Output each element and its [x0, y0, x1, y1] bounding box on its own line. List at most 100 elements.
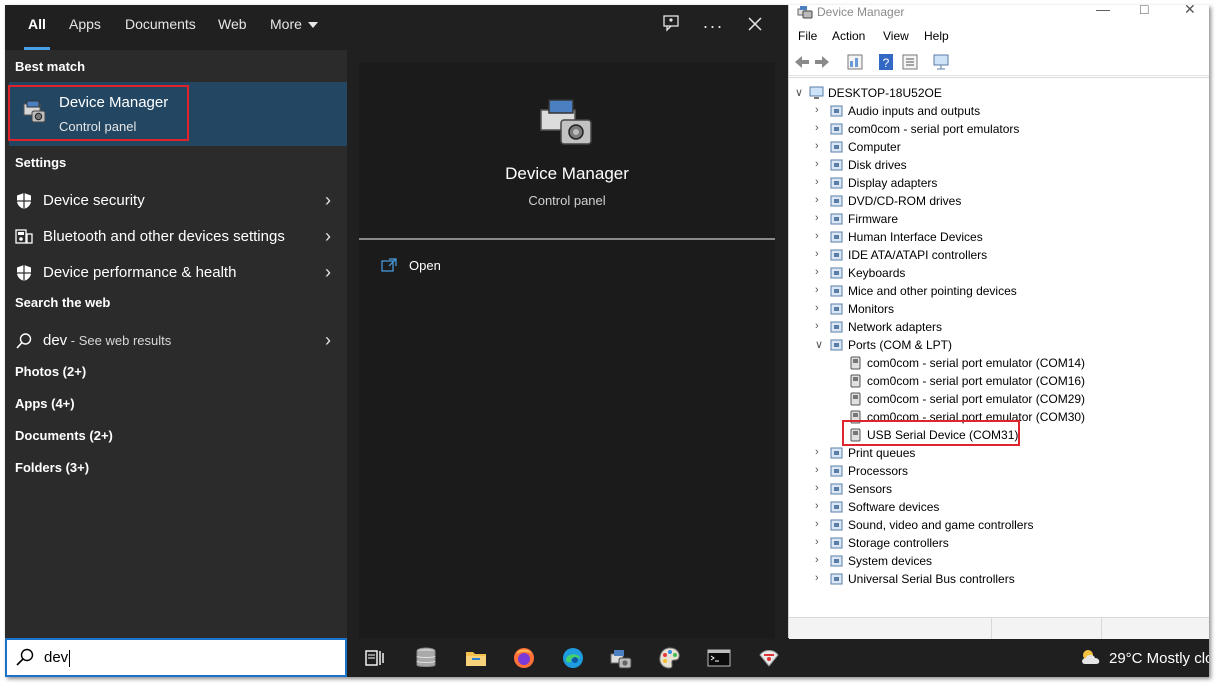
- start-search-panel: All Apps Documents Web More ··· Best mat…: [5, 5, 788, 638]
- collapsed-chevron-icon[interactable]: ›: [815, 266, 825, 278]
- device-manager-icon[interactable]: [609, 646, 633, 670]
- monitor-icon: [830, 141, 843, 153]
- category-folders[interactable]: Folders (3+): [15, 460, 89, 475]
- collapsed-chevron-icon[interactable]: ›: [815, 122, 825, 134]
- search-query-value: dev: [44, 649, 69, 666]
- search-input[interactable]: dev: [5, 638, 347, 677]
- results-list: Best match Device Manager Control panel …: [5, 50, 347, 638]
- collapsed-chevron-icon[interactable]: ›: [815, 158, 825, 170]
- web-search-label: dev - See web results: [43, 332, 171, 349]
- tab-documents[interactable]: Documents: [125, 15, 196, 37]
- collapsed-chevron-icon[interactable]: ›: [815, 194, 825, 206]
- web-search-item[interactable]: dev - See web results ›: [5, 324, 347, 358]
- scan-hardware-icon[interactable]: [932, 53, 950, 71]
- open-icon: [381, 258, 397, 272]
- chevron-right-icon[interactable]: ›: [325, 262, 331, 283]
- minimize-icon[interactable]: —: [1096, 5, 1110, 17]
- collapsed-chevron-icon[interactable]: ›: [815, 176, 825, 188]
- collapsed-chevron-icon[interactable]: ›: [815, 464, 825, 476]
- svg-text:?: ?: [883, 56, 890, 70]
- printer-icon: [830, 447, 843, 459]
- web-search-suffix: - See web results: [67, 333, 172, 348]
- speaker-icon: [830, 105, 843, 117]
- tab-apps[interactable]: Apps: [69, 15, 101, 37]
- best-match-heading: Best match: [15, 59, 86, 74]
- category-apps[interactable]: Apps (4+): [15, 396, 75, 411]
- tree-category-label: Disk drives: [848, 158, 907, 172]
- collapsed-chevron-icon[interactable]: ›: [815, 140, 825, 152]
- port-icon: [830, 123, 843, 135]
- settings-heading: Settings: [15, 155, 67, 170]
- collapsed-chevron-icon[interactable]: ›: [815, 212, 825, 224]
- collapsed-chevron-icon[interactable]: ›: [815, 482, 825, 494]
- search-icon: [16, 648, 34, 666]
- maximize-icon[interactable]: □: [1140, 5, 1148, 17]
- weather-widget[interactable]: 29°C Mostly clo: [1079, 648, 1209, 667]
- update-driver-icon[interactable]: [901, 53, 919, 71]
- more-options-icon[interactable]: ···: [700, 13, 726, 39]
- category-photos[interactable]: Photos (2+): [15, 364, 86, 379]
- network-tool-icon[interactable]: [757, 646, 781, 670]
- preview-subtitle: Control panel: [528, 193, 606, 208]
- tab-web[interactable]: Web: [218, 15, 247, 37]
- weather-text: 29°C Mostly clo: [1109, 650, 1209, 667]
- chevron-right-icon[interactable]: ›: [325, 330, 331, 351]
- terminal-icon[interactable]: [707, 646, 731, 670]
- collapsed-chevron-icon[interactable]: ›: [815, 500, 825, 512]
- tab-all[interactable]: All: [24, 15, 50, 50]
- category-documents[interactable]: Documents (2+): [15, 428, 113, 443]
- collapsed-chevron-icon[interactable]: ›: [815, 320, 825, 332]
- hid-icon: [830, 231, 843, 243]
- status-bar: [789, 617, 1209, 639]
- weather-cloud-icon: [1082, 650, 1100, 664]
- close-window-icon[interactable]: ✕: [1184, 5, 1196, 18]
- feedback-icon[interactable]: [658, 13, 684, 39]
- collapsed-chevron-icon[interactable]: ›: [815, 104, 825, 116]
- chevron-right-icon[interactable]: ›: [325, 226, 331, 247]
- forward-arrow-icon[interactable]: [813, 53, 831, 71]
- properties-icon[interactable]: [846, 53, 864, 71]
- collapsed-chevron-icon[interactable]: ›: [815, 518, 825, 530]
- menu-help[interactable]: Help: [924, 29, 949, 43]
- serial-port-icon: [850, 356, 861, 370]
- keyboard-icon: [830, 267, 843, 279]
- open-action[interactable]: Open: [381, 258, 441, 273]
- edge-icon[interactable]: [561, 646, 585, 670]
- close-icon[interactable]: [742, 13, 768, 39]
- task-view-icon[interactable]: [363, 646, 387, 670]
- chevron-down-icon: [307, 22, 318, 29]
- shield-icon: [17, 265, 31, 281]
- open-label: Open: [409, 258, 441, 273]
- status-divider: [991, 618, 992, 639]
- collapsed-chevron-icon[interactable]: ›: [815, 284, 825, 296]
- tree-category-label: Firmware: [848, 212, 898, 226]
- file-explorer-icon[interactable]: [464, 646, 488, 670]
- paint-icon[interactable]: [658, 646, 682, 670]
- menu-view[interactable]: View: [883, 29, 909, 43]
- expanded-chevron-icon[interactable]: ∨: [815, 338, 825, 351]
- text-cursor: [69, 649, 71, 667]
- collapsed-chevron-icon[interactable]: ›: [815, 302, 825, 314]
- firefox-icon[interactable]: [512, 646, 536, 670]
- database-icon[interactable]: [414, 646, 438, 670]
- settings-item-label: Bluetooth and other devices settings: [43, 228, 285, 245]
- collapsed-chevron-icon[interactable]: ›: [815, 554, 825, 566]
- menu-file[interactable]: File: [798, 29, 817, 43]
- expanded-chevron-icon[interactable]: ∨: [795, 86, 805, 99]
- settings-item-device-performance[interactable]: Device performance & health ›: [5, 256, 347, 290]
- tree-category-label: Monitors: [848, 302, 895, 316]
- tab-more[interactable]: More: [270, 15, 318, 37]
- menu-action[interactable]: Action: [832, 29, 865, 43]
- back-arrow-icon[interactable]: [793, 53, 811, 71]
- collapsed-chevron-icon[interactable]: ›: [815, 536, 825, 548]
- help-icon[interactable]: ?: [877, 53, 895, 71]
- collapsed-chevron-icon[interactable]: ›: [815, 230, 825, 242]
- settings-item-device-security[interactable]: Device security ›: [5, 184, 347, 218]
- collapsed-chevron-icon[interactable]: ›: [815, 446, 825, 458]
- usb-serial-highlight-box: [842, 420, 1020, 446]
- collapsed-chevron-icon[interactable]: ›: [815, 572, 825, 584]
- chevron-right-icon[interactable]: ›: [325, 190, 331, 211]
- collapsed-chevron-icon[interactable]: ›: [815, 248, 825, 260]
- settings-item-bluetooth[interactable]: Bluetooth and other devices settings ›: [5, 220, 347, 254]
- tab-more-label: More: [270, 16, 302, 32]
